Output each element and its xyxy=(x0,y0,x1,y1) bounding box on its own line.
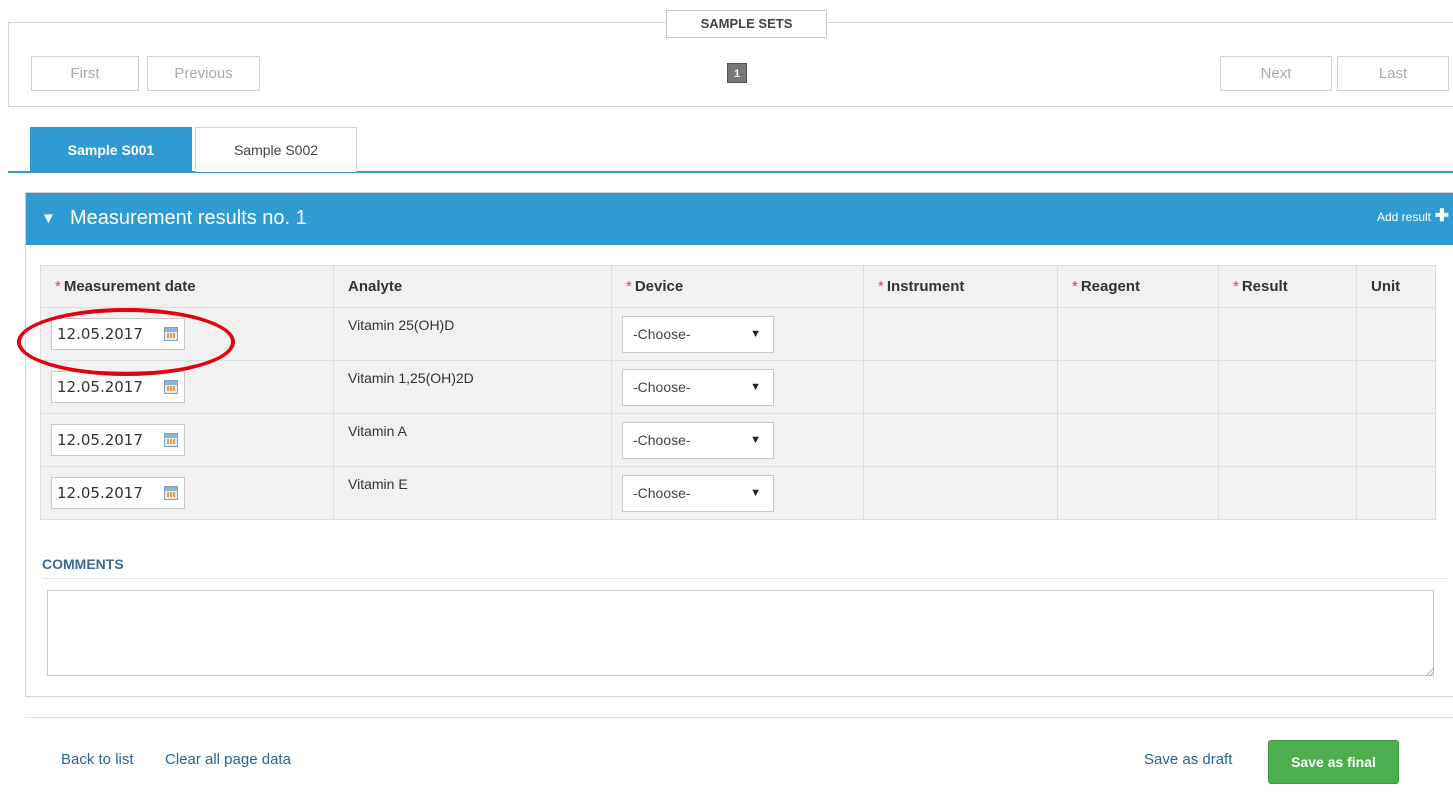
table-row: 12.05.2017 Vitamin 25(OH)D -Choose- ▼ xyxy=(40,307,1436,361)
tab-sample-s001[interactable]: Sample S001 xyxy=(30,127,192,172)
column-header-reagent: * Reagent xyxy=(1057,265,1219,308)
column-header-result: * Result xyxy=(1218,265,1357,308)
device-select[interactable]: -Choose- ▼ xyxy=(622,421,774,459)
result-cell xyxy=(1218,413,1357,467)
measurement-results-panel: ▼ Measurement results no. 1 Add result ✚… xyxy=(25,192,1453,697)
dropdown-arrow-icon: ▼ xyxy=(750,486,761,499)
measurement-date-input[interactable]: 12.05.2017 xyxy=(51,424,185,456)
unit-cell xyxy=(1356,413,1436,467)
instrument-cell xyxy=(863,307,1058,361)
analyte-name: Vitamin 1,25(OH)2D xyxy=(348,370,474,386)
result-cell xyxy=(1218,307,1357,361)
calendar-icon[interactable] xyxy=(164,486,178,500)
unit-cell xyxy=(1356,360,1436,414)
dropdown-arrow-icon: ▼ xyxy=(750,380,761,393)
column-header-measurement-date: * Measurement date xyxy=(40,265,334,308)
reagent-cell xyxy=(1057,307,1219,361)
analyte-name: Vitamin E xyxy=(348,476,408,492)
measurement-date-input[interactable]: 12.05.2017 xyxy=(51,318,185,350)
result-cell xyxy=(1218,360,1357,414)
table-header-row: * Measurement date Analyte * Device * Instr… xyxy=(40,265,1436,308)
comments-divider xyxy=(42,578,1448,579)
sample-sets-panel: SAMPLE SETS First Previous 1 Next Last xyxy=(8,10,1453,107)
column-header-instrument: * Instrument xyxy=(863,265,1058,308)
calendar-icon[interactable] xyxy=(164,380,178,394)
instrument-cell xyxy=(863,413,1058,467)
column-header-unit: Unit xyxy=(1356,265,1436,308)
previous-button[interactable]: Previous xyxy=(147,56,260,91)
result-cell xyxy=(1218,466,1357,520)
add-result-link[interactable]: Add result xyxy=(1377,210,1431,224)
collapse-caret-icon[interactable]: ▼ xyxy=(41,210,56,227)
next-button[interactable]: Next xyxy=(1220,56,1332,91)
column-header-device: * Device xyxy=(611,265,864,308)
measurement-results-table: * Measurement date Analyte * Device * Instr… xyxy=(40,265,1436,520)
unit-cell xyxy=(1356,307,1436,361)
save-as-draft-link[interactable]: Save as draft xyxy=(1144,751,1232,768)
device-select[interactable]: -Choose- ▼ xyxy=(622,474,774,512)
reagent-cell xyxy=(1057,360,1219,414)
analyte-name: Vitamin A xyxy=(348,423,407,439)
back-to-list-link[interactable]: Back to list xyxy=(61,751,134,768)
sample-sets-title: SAMPLE SETS xyxy=(666,10,827,38)
measurement-results-title: Measurement results no. 1 xyxy=(70,207,307,229)
resize-grip-icon[interactable] xyxy=(1426,668,1434,676)
calendar-icon[interactable] xyxy=(164,433,178,447)
save-as-final-button[interactable]: Save as final xyxy=(1268,740,1399,784)
device-select[interactable]: -Choose- ▼ xyxy=(622,368,774,406)
reagent-cell xyxy=(1057,413,1219,467)
measurement-date-input[interactable]: 12.05.2017 xyxy=(51,371,185,403)
comments-label: COMMENTS xyxy=(42,556,124,572)
instrument-cell xyxy=(863,466,1058,520)
table-row: 12.05.2017 Vitamin 1,25(OH)2D -Choose- ▼ xyxy=(40,360,1436,414)
analyte-name: Vitamin 25(OH)D xyxy=(348,317,455,333)
first-button[interactable]: First xyxy=(31,56,139,91)
plus-icon[interactable]: ✚ xyxy=(1435,206,1449,226)
device-select[interactable]: -Choose- ▼ xyxy=(622,315,774,353)
tab-sample-s002[interactable]: Sample S002 xyxy=(195,127,357,172)
clear-all-page-data-link[interactable]: Clear all page data xyxy=(165,751,291,768)
table-row: 12.05.2017 Vitamin A -Choose- ▼ xyxy=(40,413,1436,467)
footer-divider xyxy=(25,717,1453,718)
instrument-cell xyxy=(863,360,1058,414)
measurement-date-input[interactable]: 12.05.2017 xyxy=(51,477,185,509)
page-number-1[interactable]: 1 xyxy=(727,63,747,83)
unit-cell xyxy=(1356,466,1436,520)
column-header-analyte: Analyte xyxy=(333,265,612,308)
last-button[interactable]: Last xyxy=(1337,56,1449,91)
calendar-icon[interactable] xyxy=(164,327,178,341)
table-row: 12.05.2017 Vitamin E -Choose- ▼ xyxy=(40,466,1436,520)
dropdown-arrow-icon: ▼ xyxy=(750,433,761,446)
reagent-cell xyxy=(1057,466,1219,520)
measurement-results-header[interactable]: ▼ Measurement results no. 1 Add result ✚ xyxy=(26,193,1453,245)
comments-textarea[interactable] xyxy=(47,590,1434,676)
dropdown-arrow-icon: ▼ xyxy=(750,327,761,340)
